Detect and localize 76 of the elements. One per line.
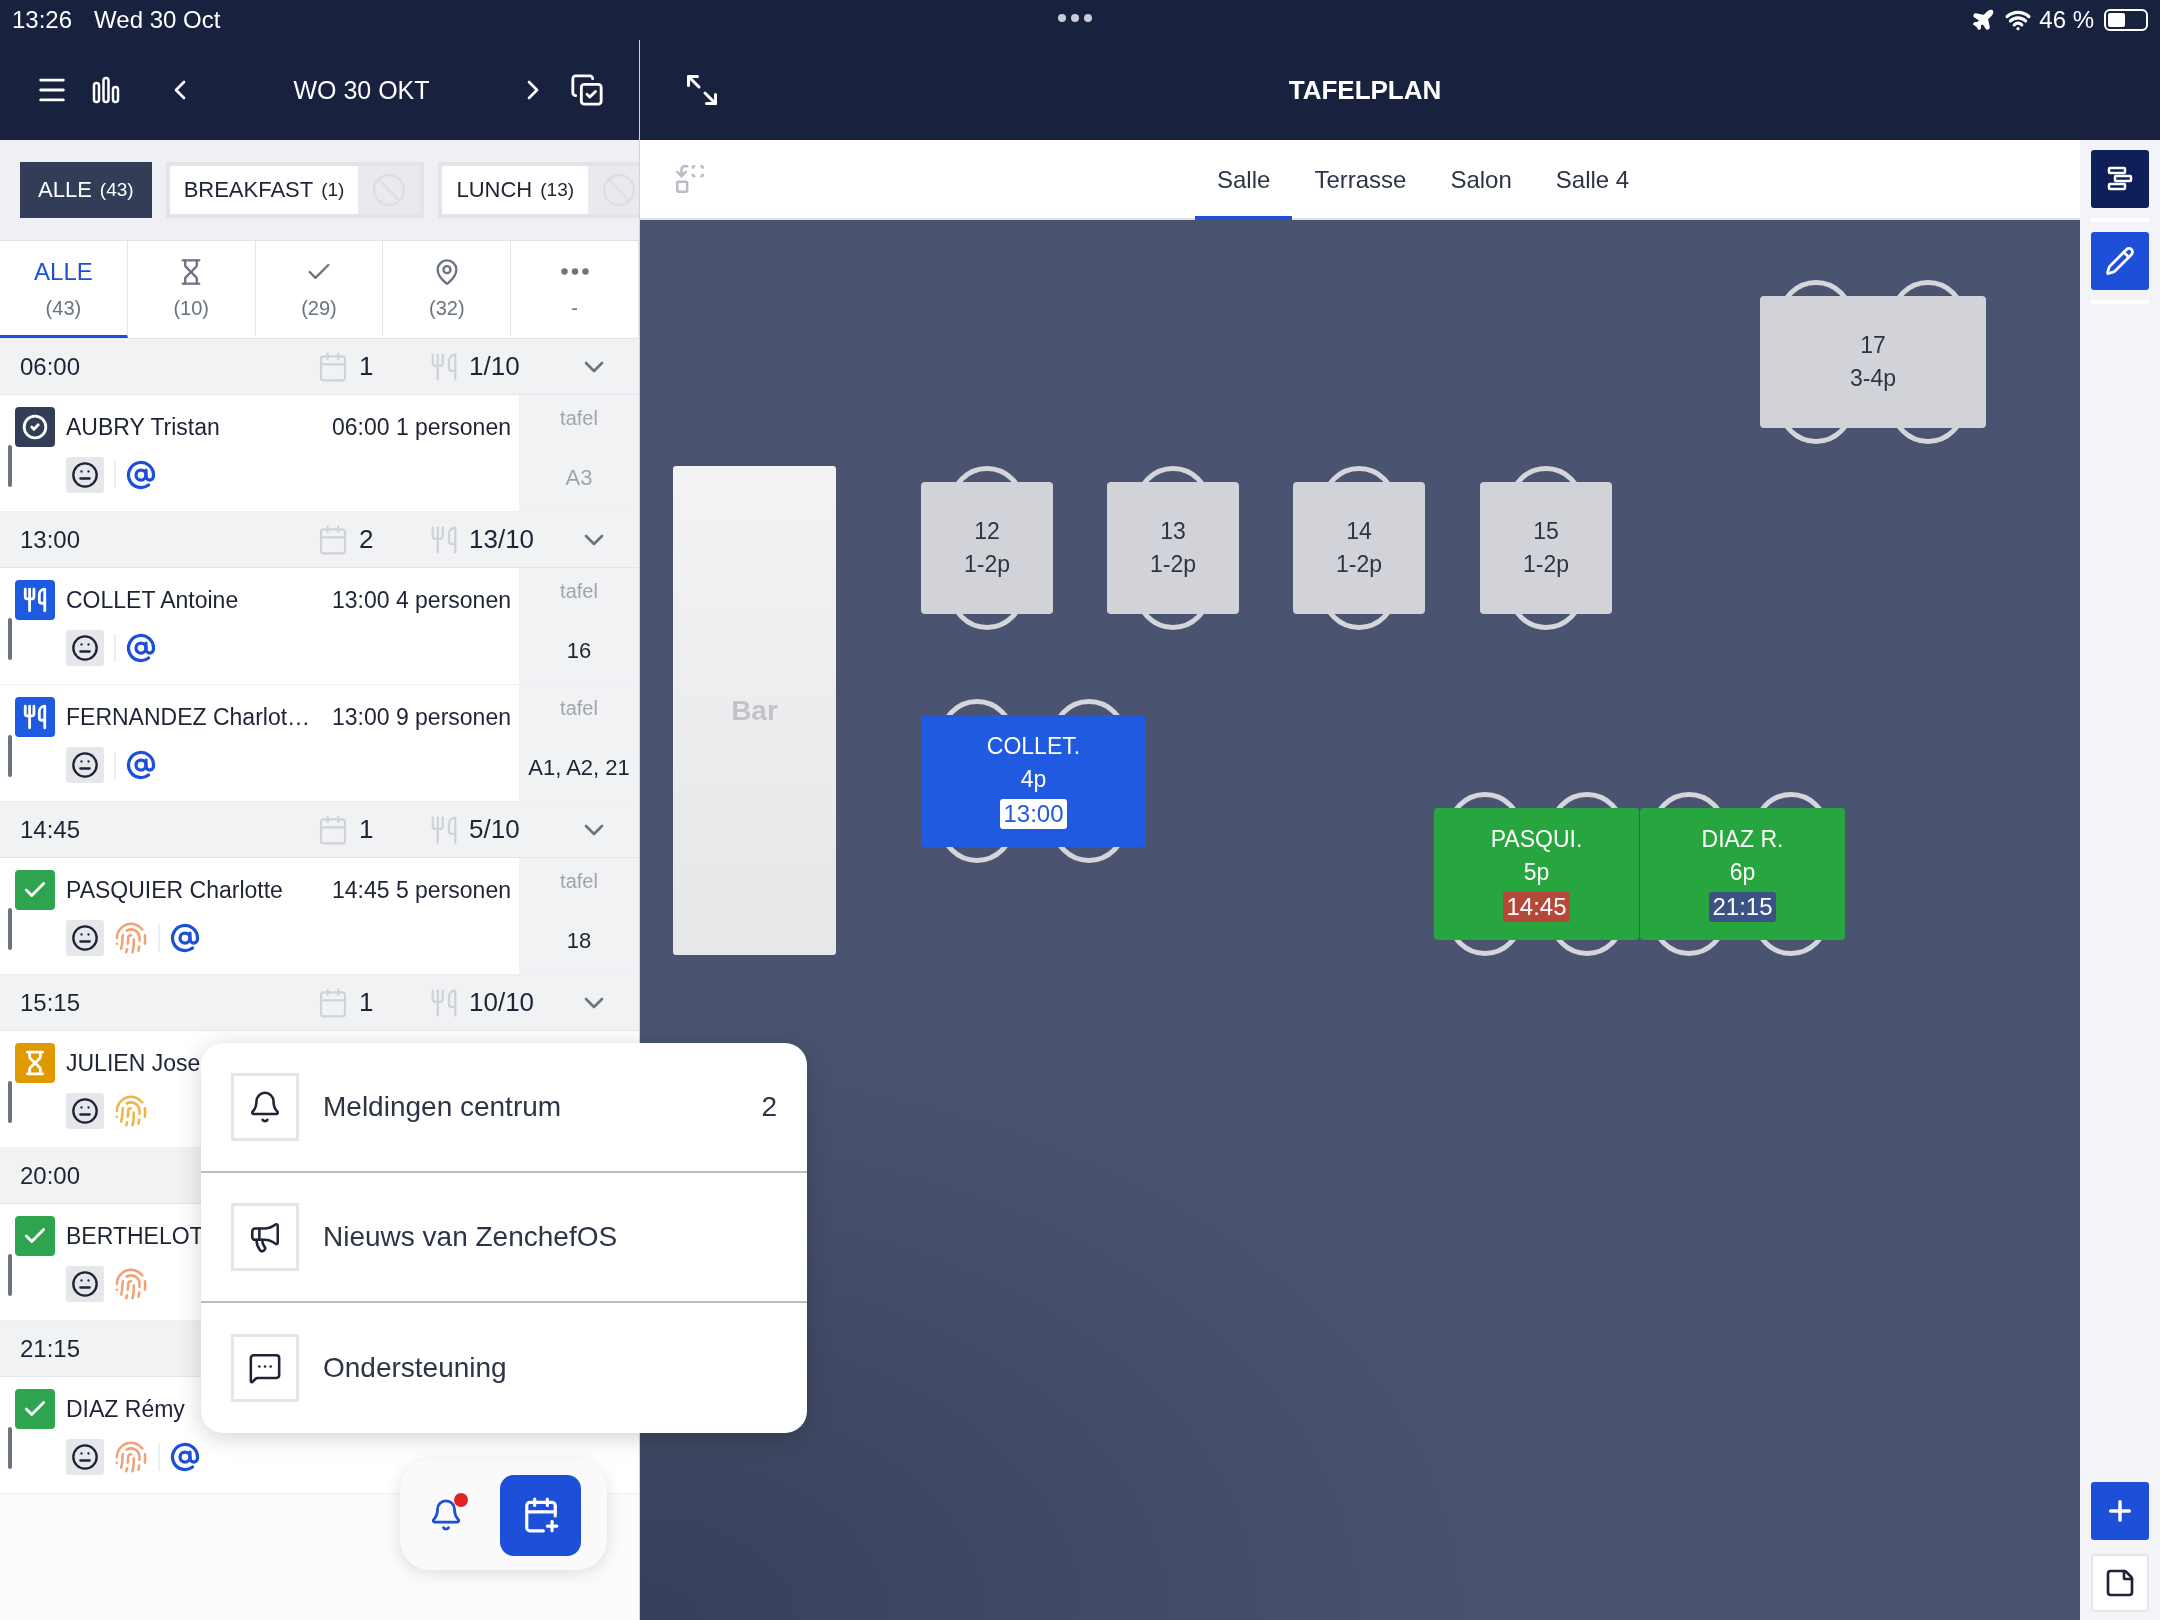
reservation-row[interactable]: COLLET Antoine 13:00 4 personen tafel 16 [0,568,639,685]
party-size: 5p [1523,859,1550,886]
guest-name: FERNANDEZ Charlot… [66,703,312,731]
filter-tab[interactable]: (29) [255,241,384,338]
reservation-time: 14:45 5 personen [331,876,511,904]
guest-name: COLLET Antoine [66,586,240,614]
time-slot: 06:00 [20,352,317,381]
guest-name: JULIEN Jose [66,1049,202,1077]
time-slot: 13:00 [20,525,317,554]
time-tag: 13:00 [1000,799,1067,829]
table-capacity: 3-4p [1849,365,1896,392]
service-chip[interactable]: LUNCH (13) [442,166,589,214]
time-slot: 15:15 [20,988,317,1017]
room-tab[interactable]: Terrasse [1292,140,1429,220]
table-number: A1, A2, 21 [528,755,630,781]
room-tab[interactable]: Salle 4 [1533,140,1652,220]
cover-count: 5/10 [469,814,520,845]
table[interactable]: COLLET. 4p 13:00 [921,715,1146,847]
booking-count: 2 [359,524,374,555]
table-label: tafel [560,697,598,720]
filter-tab[interactable]: (10) [127,241,256,338]
menu-item[interactable]: Nieuws van ZenchefOS [201,1173,807,1303]
guest-name: PASQUI. [1490,826,1583,853]
service-chip[interactable]: BREAKFAST (1) [169,166,359,214]
table-number: 18 [566,928,592,954]
booking-count: 1 [359,987,374,1018]
reservation-time: 13:00 9 personen [331,703,511,731]
table-capacity: 1-2p [1335,551,1382,578]
filter-tab[interactable]: - [511,241,639,338]
table[interactable]: 12 1-2p [921,482,1053,614]
cover-count: 13/10 [469,524,535,555]
reservation-time: 06:00 1 personen [331,413,511,441]
table-number: 14 [1346,518,1372,545]
table-number: 15 [1533,518,1559,545]
page-title: TAFELPLAN [1287,74,1443,106]
table-number: 17 [1860,332,1886,359]
guest-name: PASQUIER Charlotte [66,876,284,904]
table[interactable]: DIAZ R. 6p 21:15 [1640,808,1845,940]
current-date: WO 30 OKT [292,75,431,105]
table-label: tafel [560,407,598,430]
table-capacity: 1-2p [963,551,1010,578]
table-number: A3 [565,465,593,491]
clock: 13:26 [12,6,73,34]
table-capacity: 1-2p [1522,551,1569,578]
reservation-row[interactable]: AUBRY Tristan 06:00 1 personen tafel A3 [0,395,639,512]
filter-tab[interactable]: (32) [383,241,512,338]
table-number: 12 [974,518,1000,545]
booking-count: 1 [359,351,374,382]
table-capacity: 1-2p [1149,551,1196,578]
guest-name: COLLET. [986,733,1081,760]
table[interactable]: PASQUI. 5p 14:45 [1434,808,1639,940]
guest-name: DIAZ R. [1701,826,1784,853]
party-size: 6p [1729,859,1756,886]
table-label: tafel [560,870,598,893]
table-number: 16 [566,638,592,664]
cover-count: 10/10 [469,987,535,1018]
battery-percent: 46 % [2039,6,2094,34]
time-tag: 21:15 [1709,892,1776,922]
reservation-row[interactable]: PASQUIER Charlotte 14:45 5 personen tafel 18 [0,858,639,975]
time-tag: 14:45 [1503,892,1570,922]
reservation-time: 13:00 4 personen [331,586,511,614]
table[interactable]: 17 3-4p [1760,296,1986,428]
reservation-row[interactable]: FERNANDEZ Charlot… 13:00 9 personen tafel A1, A2, 21 [0,685,639,802]
party-size: 4p [1020,766,1047,793]
date: Wed 30 Oct [94,6,221,34]
table[interactable]: 14 1-2p [1293,482,1425,614]
guest-name: AUBRY Tristan [66,413,221,441]
table-label: tafel [560,580,598,603]
table-number: 13 [1160,518,1186,545]
cover-count: 1/10 [469,351,520,382]
booking-count: 1 [359,814,374,845]
guest-name: DIAZ Rémy [66,1395,186,1423]
room-tab[interactable]: Salon [1428,140,1534,220]
table[interactable]: 13 1-2p [1107,482,1239,614]
time-slot: 14:45 [20,815,317,844]
table[interactable]: 15 1-2p [1480,482,1612,614]
